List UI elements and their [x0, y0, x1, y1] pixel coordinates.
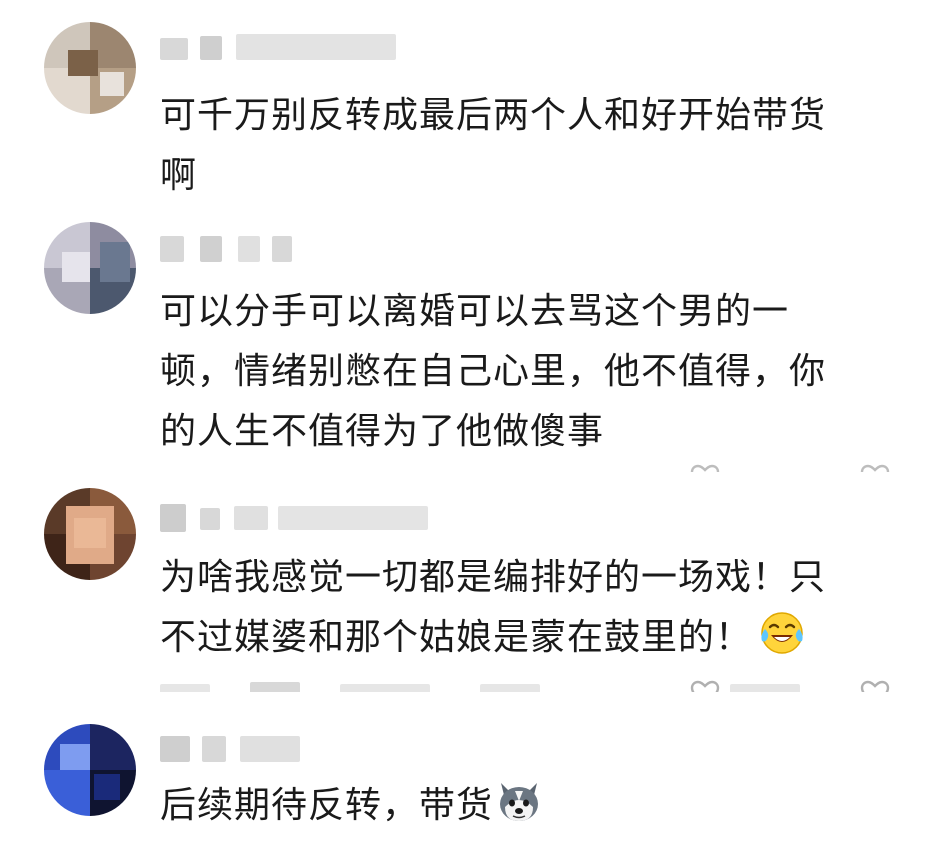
- tears-of-joy-emoji: [761, 612, 803, 654]
- avatar[interactable]: [44, 488, 136, 580]
- comment-meta-row: [160, 680, 900, 692]
- comment-line: 不过媒婆和那个姑娘是蒙在鼓里的！: [160, 608, 900, 668]
- comment-line: 后续期待反转，带货: [160, 776, 900, 836]
- comment-text: 为啥我感觉一切都是编排好的一场戏！只 不过媒婆和那个姑娘是蒙在鼓里的！: [160, 548, 900, 668]
- comment-line-text: 不过媒婆和那个姑娘是蒙在鼓里的！: [160, 617, 753, 658]
- comment-text: 可千万别反转成最后两个人和好开始带货 啊: [160, 86, 900, 206]
- comment-line: 顿，情绪别憋在自己心里，他不值得，你: [160, 351, 827, 392]
- comment-text: 后续期待反转，带货: [160, 776, 900, 836]
- comment-line: 啊: [160, 155, 198, 196]
- like-icon[interactable]: [690, 464, 720, 472]
- like-icon[interactable]: [860, 464, 890, 472]
- comment-meta-row: [160, 464, 900, 472]
- comment-line: 可千万别反转成最后两个人和好开始带货: [160, 95, 827, 136]
- like-icon[interactable]: [690, 680, 720, 692]
- like-icon[interactable]: [860, 680, 890, 692]
- avatar[interactable]: [44, 222, 136, 314]
- husky-emoji: [500, 783, 539, 821]
- comment-line: 的人生不值得为了他做傻事: [160, 411, 605, 452]
- comment-line: 可以分手可以离婚可以去骂这个男的一: [160, 291, 790, 332]
- comment-line: 为啥我感觉一切都是编排好的一场戏！只: [160, 557, 827, 598]
- avatar[interactable]: [44, 22, 136, 114]
- avatar[interactable]: [44, 724, 136, 816]
- comment-line-text: 后续期待反转，带货: [160, 785, 494, 826]
- comment-text: 可以分手可以离婚可以去骂这个男的一 顿，情绪别憋在自己心里，他不值得，你 的人生…: [160, 282, 900, 462]
